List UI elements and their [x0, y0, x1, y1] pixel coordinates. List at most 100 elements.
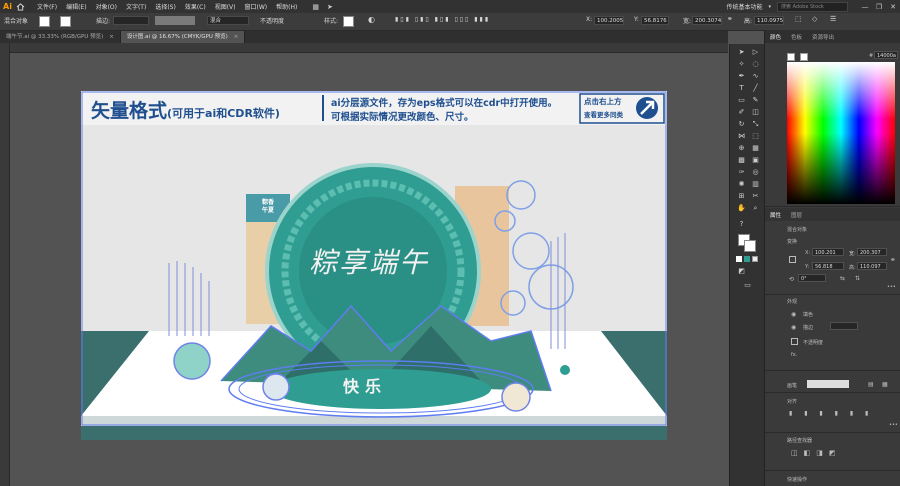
line-tool-icon[interactable]: ╱ — [750, 83, 761, 93]
fill-swatch[interactable] — [39, 16, 50, 27]
tab-color[interactable]: 颜色 — [765, 33, 786, 41]
rotate-field[interactable]: 0° — [798, 274, 826, 282]
none-swatch[interactable] — [800, 53, 808, 61]
stroke-weight-field[interactable] — [830, 322, 858, 330]
link-icon[interactable]: ⚭ — [890, 256, 896, 264]
workspace-switcher[interactable]: 传统基本功能 — [726, 2, 762, 11]
eye-icon[interactable]: ◉ — [791, 324, 796, 331]
variable-width-profile[interactable] — [155, 16, 195, 25]
pen-tool-icon[interactable]: ✒ — [736, 71, 747, 81]
graphic-styles-icon[interactable]: ▤ — [868, 381, 874, 388]
scale-icon[interactable]: ⤡ — [750, 119, 761, 129]
align-buttons[interactable]: ▮▯▮ ▯▮▯ ▮▯▮ ▯▯▯ ▮▮▮ — [395, 16, 490, 23]
mesh-icon[interactable]: ▩ — [736, 155, 747, 165]
symbol-sprayer-icon[interactable]: ✺ — [736, 179, 747, 189]
magic-wand-icon[interactable]: ✧ — [736, 59, 747, 69]
transform-icon[interactable]: ⬚ — [795, 15, 802, 23]
hex-field[interactable]: 14000a — [874, 51, 898, 59]
width-field[interactable]: 200.3074 — [692, 16, 722, 25]
opacity-label[interactable]: 不透明度 — [260, 16, 284, 25]
menu-type[interactable]: 文字(T) — [126, 2, 146, 11]
zoom-tool-icon[interactable]: ⌕ — [750, 203, 761, 213]
eyedropper-icon[interactable]: ✑ — [736, 167, 747, 177]
artboard[interactable]: 矢量格式(可用于ai和CDR软件) ai分层源文件，存为eps格式可以在cdr中… — [81, 91, 667, 440]
paintbrush-icon[interactable]: ✎ — [750, 95, 761, 105]
reference-point-icon[interactable] — [789, 256, 796, 263]
fill-stroke-mini[interactable] — [787, 53, 795, 61]
tab-swatches[interactable]: 色板 — [786, 33, 807, 41]
recolor-icon[interactable]: ◐ — [368, 15, 375, 24]
prop-height-field[interactable]: 110.097 — [857, 262, 887, 270]
send-icon[interactable]: ➤ — [327, 3, 333, 11]
graph-icon[interactable]: ▥ — [750, 179, 761, 189]
brush-preview[interactable] — [807, 380, 849, 388]
free-transform-icon[interactable]: ⬚ — [750, 131, 761, 141]
rotate-icon[interactable]: ↻ — [736, 119, 747, 129]
close-tab-icon[interactable]: × — [109, 34, 114, 40]
direct-selection-tool-icon[interactable]: ▷ — [750, 47, 761, 57]
symbols-icon[interactable]: ▦ — [882, 381, 888, 388]
rectangle-tool-icon[interactable]: ▭ — [736, 95, 747, 105]
menu-effect[interactable]: 效果(C) — [185, 2, 206, 11]
prop-y-field[interactable]: 56.818 — [812, 262, 844, 270]
flip-horizontal-icon[interactable]: ⇆ — [840, 275, 845, 282]
color-mode-buttons[interactable] — [736, 256, 758, 262]
adobe-stock-search[interactable]: 搜索 Adobe Stock — [777, 1, 848, 12]
minimize-button[interactable]: — — [858, 3, 872, 11]
horizontal-ruler[interactable] — [9, 43, 728, 53]
hand-tool-icon[interactable]: ✋ — [736, 203, 747, 213]
height-field[interactable]: 110.0975 — [754, 16, 784, 25]
screen-mode-icon[interactable]: ▭ — [742, 280, 753, 290]
link-icon[interactable]: ⚭ — [727, 15, 733, 23]
align-buttons[interactable]: ▮ ▮ ▮ ▮ ▮ ▮ — [789, 410, 873, 417]
home-icon[interactable] — [16, 2, 25, 11]
tab-properties[interactable]: 属性 — [765, 211, 786, 219]
pathfinder-buttons[interactable]: ◫◧◨◩ — [791, 449, 841, 457]
tab-layers[interactable]: 图层 — [786, 211, 807, 219]
y-field[interactable]: 56.8176 — [641, 16, 669, 25]
menu-view[interactable]: 视图(V) — [215, 2, 236, 11]
workspace-grid-icon[interactable]: ▦ — [312, 3, 319, 11]
eye-icon[interactable]: ◉ — [791, 311, 796, 318]
more-options-icon[interactable]: ☰ — [830, 15, 836, 23]
color-spectrum[interactable] — [787, 62, 895, 204]
fill-stroke-widget[interactable] — [738, 234, 756, 252]
menu-file[interactable]: 文件(F) — [37, 2, 57, 11]
gradient-icon[interactable]: ▣ — [750, 155, 761, 165]
draw-mode-icon[interactable]: ◩ — [736, 266, 747, 276]
selection-tool-icon[interactable]: ➤ — [736, 47, 747, 57]
flip-vertical-icon[interactable]: ⇅ — [855, 275, 860, 282]
fx-icon[interactable]: fx. — [791, 352, 797, 358]
menu-object[interactable]: 对象(O) — [96, 2, 117, 11]
slice-icon[interactable]: ✂ — [750, 191, 761, 201]
stroke-weight-field[interactable] — [113, 16, 149, 25]
prop-x-field[interactable]: 100.201 — [812, 248, 844, 256]
blend-icon[interactable]: ◎ — [750, 167, 761, 177]
help-icon[interactable]: ? — [736, 219, 747, 229]
curvature-icon[interactable]: ∿ — [750, 71, 761, 81]
prop-width-field[interactable]: 200.307 — [857, 248, 887, 256]
menu-edit[interactable]: 编辑(E) — [66, 2, 86, 11]
maximize-button[interactable]: ❐ — [872, 3, 886, 11]
menu-select[interactable]: 选择(S) — [155, 2, 176, 11]
menu-help[interactable]: 帮助(H) — [276, 2, 297, 11]
x-field[interactable]: 100.2005 — [594, 16, 624, 25]
more-align-icon[interactable]: ••• — [889, 422, 898, 428]
perspective-icon[interactable]: ▦ — [750, 143, 761, 153]
vertical-ruler[interactable] — [0, 43, 10, 486]
document-tab-1[interactable]: 端午节.ai @ 33.33% (RGB/GPU 预览) × — [0, 31, 121, 43]
isolate-icon[interactable]: ◇ — [812, 15, 817, 23]
type-tool-icon[interactable]: T — [736, 83, 747, 93]
more-options-icon[interactable]: ••• — [887, 284, 896, 290]
eraser-icon[interactable]: ◫ — [750, 107, 761, 117]
close-button[interactable]: ✕ — [886, 3, 900, 11]
canvas[interactable]: 矢量格式(可用于ai和CDR软件) ai分层源文件，存为eps格式可以在cdr中… — [10, 53, 728, 486]
opacity-label[interactable]: 不透明度 — [803, 339, 823, 346]
artboard-tool-icon[interactable]: ⊞ — [736, 191, 747, 201]
close-tab-icon[interactable]: × — [234, 34, 239, 40]
tab-asset-export[interactable]: 资源导出 — [807, 33, 839, 41]
document-tab-2[interactable]: 设计图.ai @ 16.67% (CMYK/GPU 预览) × — [120, 31, 246, 43]
lasso-icon[interactable]: ◌ — [750, 59, 761, 69]
menu-window[interactable]: 窗口(W) — [245, 2, 268, 11]
blend-mode-select[interactable]: 混合 — [207, 16, 249, 25]
